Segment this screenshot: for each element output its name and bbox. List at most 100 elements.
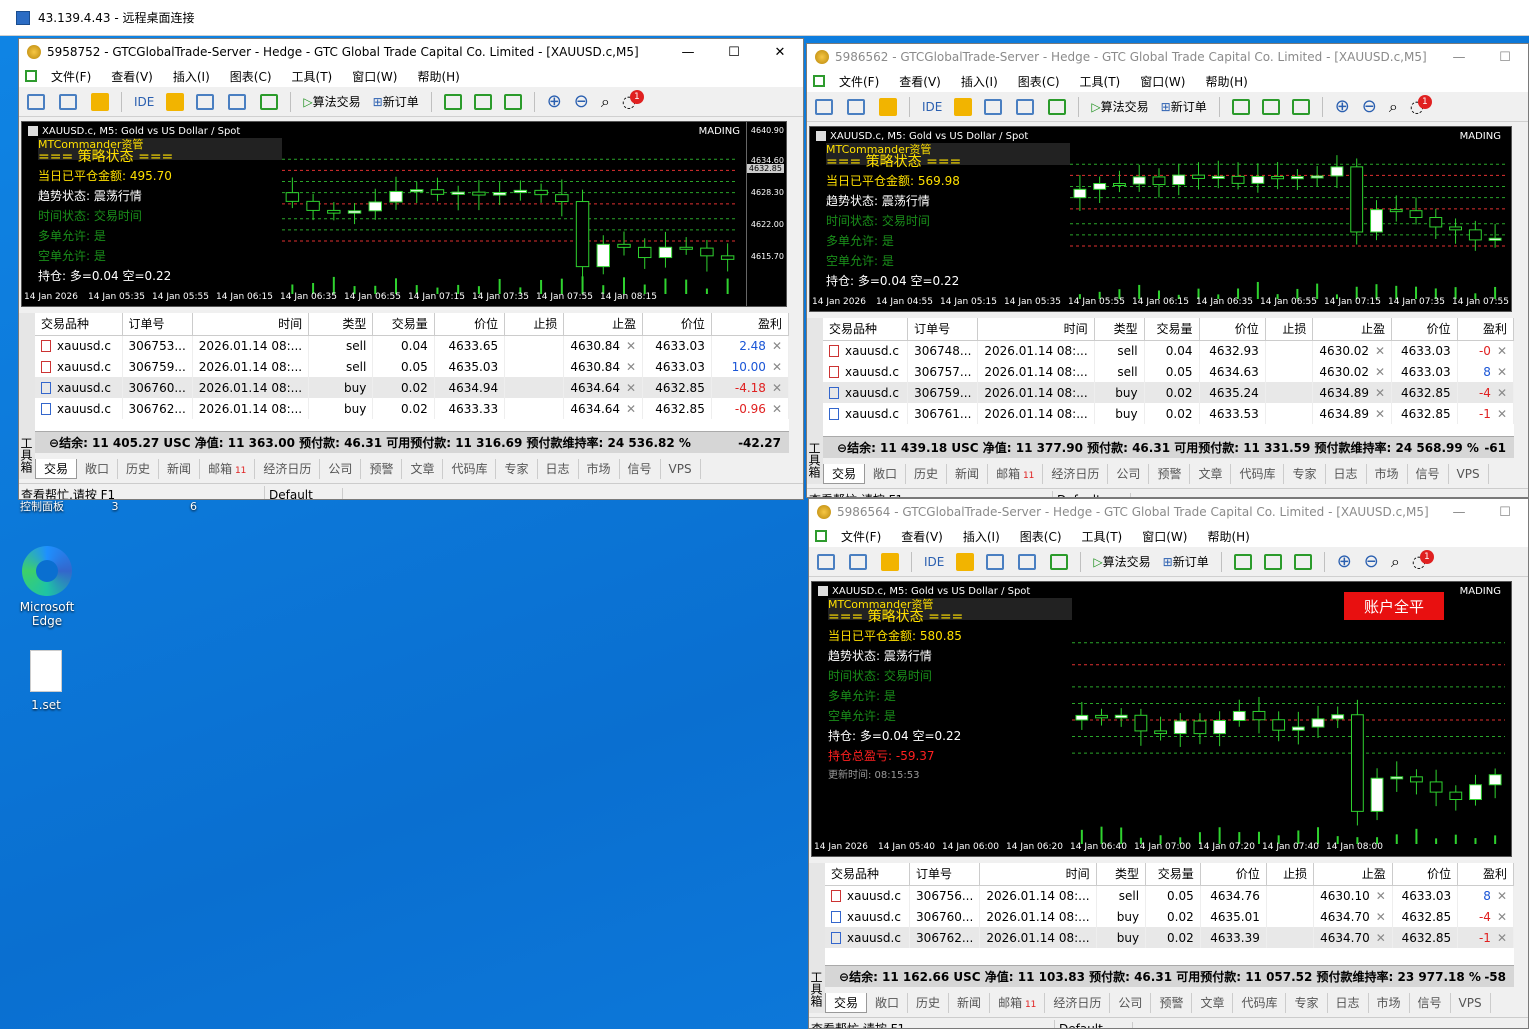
file-shortcut[interactable]: 1.set [16,650,76,712]
remove-tp-icon[interactable]: ✕ [626,402,636,416]
remove-tp-icon[interactable]: ✕ [1375,407,1385,421]
table-row[interactable]: xauusd.c 306762... 2026.01.14 08:... buy 0.0… [35,398,789,419]
table-row[interactable]: xauusd.c 306759... 2026.01.14 08:... buy 0.0… [823,382,1514,403]
cell-sl[interactable] [504,356,565,377]
algo-trading-button[interactable]: ▷ 算法交易 [1093,553,1150,570]
column-header[interactable]: 类型 [308,313,374,336]
column-header[interactable]: 盈利 [711,313,789,336]
tab-13[interactable]: 信号 [620,459,661,479]
cloud-icon[interactable] [1016,98,1036,115]
tab-3[interactable]: 新闻 [159,459,201,479]
dollar-icon[interactable] [879,97,897,116]
column-header[interactable]: 盈利 [1457,318,1514,341]
search-icon[interactable]: ⌕ [601,92,610,112]
menu-item[interactable]: 查看(V) [899,73,941,90]
table-row[interactable]: xauusd.c 306762... 2026.01.14 08:... buy 0.0… [825,927,1514,948]
tab-14[interactable]: VPS [661,459,701,479]
tab-0[interactable]: 交易 [825,993,868,1013]
vps-icon[interactable] [260,93,279,110]
close-position-icon[interactable]: ✕ [1497,910,1507,924]
table-row[interactable]: xauusd.c 306760... 2026.01.14 08:... buy 0.0… [35,377,789,398]
tab-1[interactable]: 敞口 [865,464,907,484]
column-header[interactable]: 订单号 [909,863,981,886]
new-order-button[interactable]: ⊞ 新订单 [1163,553,1209,570]
candle-chart-icon[interactable] [1261,98,1280,115]
close-position-icon[interactable]: ✕ [772,381,782,395]
tab-9[interactable]: 代码库 [1231,464,1285,484]
tab-11[interactable]: 日志 [1326,464,1367,484]
tab-14[interactable]: VPS [1451,993,1491,1013]
cell-tp[interactable]: 4630.84 ✕ [563,335,644,356]
column-header[interactable]: 类型 [1094,318,1145,341]
window-titlebar[interactable]: 5958752 - GTCGlobalTrade-Server - Hedge … [19,39,803,65]
toolbox-side-label[interactable]: 工具箱 [19,313,35,479]
tab-3[interactable]: 新闻 [947,464,989,484]
menu-item[interactable]: 帮助(H) [1207,528,1249,545]
menu-item[interactable]: 窗口(W) [352,68,397,85]
close-all-button[interactable]: 账户全平 [1344,592,1444,620]
column-header[interactable]: 交易量 [1144,318,1200,341]
remove-tp-icon[interactable]: ✕ [1375,386,1385,400]
notifications-icon[interactable]: ◌ 1 [622,89,644,111]
close-icon[interactable]: ✕ [757,39,803,65]
cell-sl[interactable] [1265,403,1314,424]
menu-item[interactable]: 插入(I) [173,68,210,85]
menu-item[interactable]: 窗口(W) [1140,73,1185,90]
cell-tp[interactable]: 4630.84 ✕ [563,356,644,377]
tab-4[interactable]: 邮箱 11 [988,464,1044,484]
column-header[interactable]: 时间 [977,318,1095,341]
zoom-out-icon[interactable]: ⊖ [1364,551,1379,572]
algo-trading-button[interactable]: ▷ 算法交易 [303,93,360,110]
tab-7[interactable]: 预警 [1151,993,1193,1013]
cell-sl[interactable] [1266,906,1315,927]
maximize-icon[interactable]: ☐ [711,39,757,65]
minimize-icon[interactable]: — [1436,44,1482,70]
column-header[interactable]: 价位 [642,313,712,336]
tab-10[interactable]: 专家 [496,459,538,479]
tab-9[interactable]: 代码库 [1233,993,1287,1013]
cloud-icon[interactable] [1018,553,1038,570]
tab-7[interactable]: 预警 [361,459,403,479]
chart-menu-icon[interactable] [816,131,826,141]
tab-2[interactable]: 历史 [908,993,950,1013]
dollar-icon[interactable] [91,92,109,111]
tab-8[interactable]: 文章 [1190,464,1232,484]
close-position-icon[interactable]: ✕ [772,339,782,353]
column-header[interactable]: 时间 [979,863,1097,886]
menu-item[interactable]: 帮助(H) [417,68,459,85]
menu-item[interactable]: 查看(V) [901,528,943,545]
chart-settings-icon[interactable] [59,93,79,110]
column-header[interactable]: 订单号 [907,318,979,341]
column-header[interactable]: 时间 [192,313,310,336]
close-position-icon[interactable]: ✕ [1497,386,1507,400]
price-chart[interactable]: XAUUSD.c, M5: Gold vs US Dollar / Spot MA… [811,581,1512,857]
new-order-button[interactable]: ⊞ 新订单 [373,93,419,110]
column-header[interactable]: 价位 [1200,863,1267,886]
tab-3[interactable]: 新闻 [949,993,991,1013]
signal-icon[interactable] [196,93,216,110]
candle-chart-icon[interactable] [473,93,492,110]
ide-button[interactable]: IDE [924,555,944,569]
menu-item[interactable]: 文件(F) [841,528,881,545]
tab-2[interactable]: 历史 [118,459,160,479]
close-position-icon[interactable]: ✕ [1497,407,1507,421]
close-position-icon[interactable]: ✕ [1497,889,1507,903]
menu-item[interactable]: 插入(I) [963,528,1000,545]
toolbox-side-label[interactable]: 工具箱 [807,318,823,484]
tab-11[interactable]: 日志 [538,459,579,479]
edge-shortcut[interactable]: Microsoft Edge [14,546,80,628]
column-header[interactable]: 价位 [434,313,506,336]
column-header[interactable]: 止损 [1266,863,1315,886]
tab-4[interactable]: 邮箱 11 [200,459,256,479]
tab-5[interactable]: 经济日历 [1043,464,1109,484]
tab-7[interactable]: 预警 [1149,464,1191,484]
zoom-in-icon[interactable]: ⊕ [547,91,562,112]
table-row[interactable]: xauusd.c 306761... 2026.01.14 08:... buy 0.0… [823,403,1514,424]
tab-8[interactable]: 文章 [402,459,444,479]
chart-settings-icon[interactable] [849,553,869,570]
collapse-icon[interactable]: ⊖ [49,436,59,450]
mt5-window-1[interactable]: 5958752 - GTCGlobalTrade-Server - Hedge … [18,38,804,500]
bar-chart-icon[interactable] [443,93,462,110]
line-icon[interactable] [1293,553,1312,570]
maximize-icon[interactable]: ☐ [1482,44,1528,70]
